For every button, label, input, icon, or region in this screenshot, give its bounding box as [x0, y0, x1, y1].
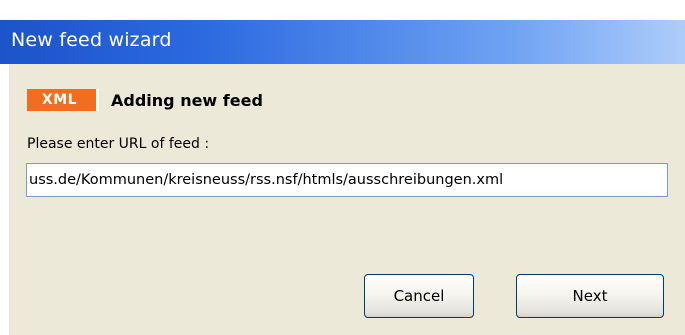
- feed-url-input[interactable]: [26, 163, 668, 197]
- cancel-button-label: Cancel: [393, 287, 445, 305]
- next-button[interactable]: Next: [516, 274, 664, 318]
- cancel-button[interactable]: Cancel: [364, 274, 474, 318]
- next-button-label: Next: [572, 287, 608, 305]
- new-feed-wizard-window: New feed wizard XML Adding new feed Plea…: [0, 0, 685, 335]
- wizard-heading: Adding new feed: [111, 90, 263, 110]
- dialog-body: XML Adding new feed Please enter URL of …: [9, 64, 685, 335]
- window-title: New feed wizard: [11, 29, 172, 51]
- url-prompt-label: Please enter URL of feed :: [27, 136, 209, 152]
- wizard-header: XML Adding new feed: [27, 89, 263, 111]
- url-prompt-text: Please enter URL of feed :: [27, 136, 210, 152]
- title-bar[interactable]: New feed wizard: [0, 20, 685, 64]
- xml-feed-icon: XML: [27, 89, 99, 111]
- xml-badge-label: XML: [41, 92, 78, 108]
